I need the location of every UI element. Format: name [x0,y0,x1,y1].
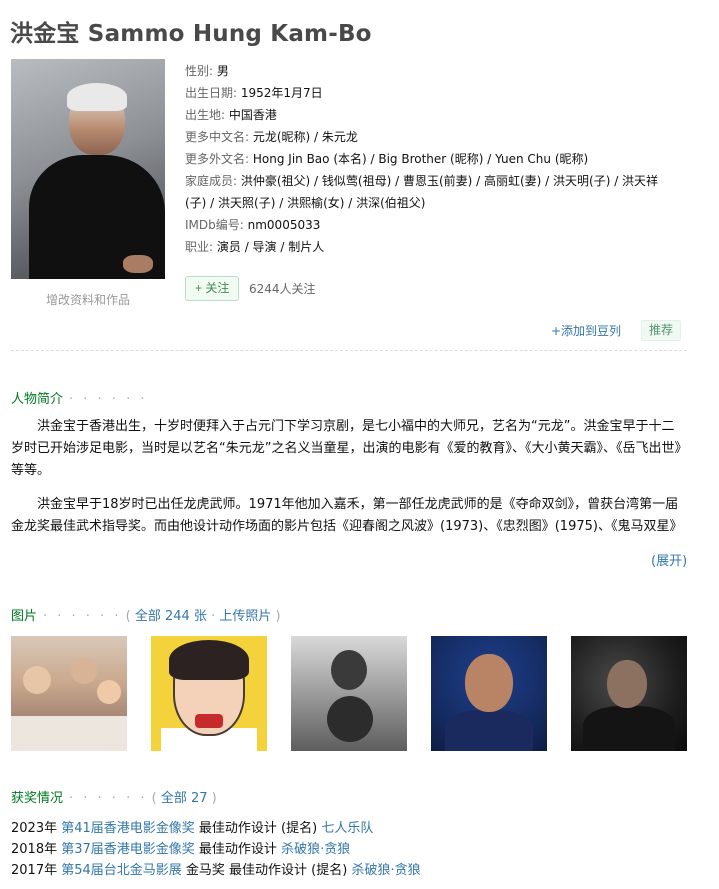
photo-thumbnail-1[interactable] [11,636,127,751]
info-family: 家庭成员: 洪仲豪(祖父) / 钱似莺(祖母) / 曹恩玉(前妻) / 高丽虹(… [185,174,659,188]
all-photos-link[interactable]: 全部 244 张 [135,609,207,624]
award-festival-link[interactable]: 第41届香港电影金像奖 [61,821,195,836]
info-cn-names: 更多中文名: 元龙(昵称) / 朱元龙 [185,130,358,144]
add-to-doulist-link[interactable]: +添加到豆列 [551,322,621,339]
award-work-link[interactable]: 杀破狼·贪狼 [351,863,420,878]
celebrity-photo[interactable] [11,59,165,279]
info-gender: 性别: 男 [185,64,229,78]
all-awards-link[interactable]: 全部 27 [161,791,208,806]
awards-heading: 获奖情况 · · · · · · ( 全部 27 ) [11,791,217,806]
photos-heading: 图片 · · · · · · ( 全部 244 张 · 上传照片 ) [11,609,281,624]
upload-photo-link[interactable]: 上传照片 [219,609,271,624]
award-item: 2023年 第41届香港电影金像奖 最佳动作设计 (提名) 七人乐队 [11,821,374,836]
bio-paragraph-1: 洪金宝于香港出生，十岁时便拜入于占元门下学习京剧，是七小福中的大师兄，艺名为“元… [11,419,681,478]
info-family-cont: (子) / 洪天照(子) / 洪熙榆(女) / 洪深(伯祖父) [185,196,426,210]
info-foreign-names: 更多外文名: Hong Jin Bao (本名) / Big Brother (… [185,152,589,166]
bio-paragraph-2: 洪金宝早于18岁时已出任龙虎武师。1971年他加入嘉禾，第一部任龙虎武师的是《夺… [11,497,683,534]
award-work-link[interactable]: 杀破狼·贪狼 [281,842,350,857]
award-item: 2017年 第54届台北金马影展 金马奖 最佳动作设计 (提名) 杀破狼·贪狼 [11,863,421,878]
info-panel: 性别: 男 出生日期: 1952年1月7日 出生地: 中国香港 更多中文名: 元… [185,60,695,258]
award-festival-link[interactable]: 第54届台北金马影展 [61,863,182,878]
recommend-button[interactable]: 推荐 [641,320,682,341]
info-birth: 出生日期: 1952年1月7日 [185,86,323,100]
expand-bio-link[interactable]: (展开) [651,550,687,569]
page-title: 洪金宝 Sammo Hung Kam-Bo [10,21,372,47]
bio-text: 洪金宝于香港出生，十岁时便拜入于占元门下学习京剧，是七小福中的大师兄，艺名为“元… [11,416,687,550]
info-imdb: IMDb编号: nm0005033 [185,218,321,232]
award-festival-link[interactable]: 第37届香港电影金像奖 [61,842,195,857]
edit-info-link[interactable]: 增改资料和作品 [11,291,165,308]
photo-thumbnail-2[interactable] [151,636,267,751]
photo-thumbnail-4[interactable] [431,636,547,751]
award-work-link[interactable]: 七人乐队 [321,821,373,836]
awards-list: 2023年 第41届香港电影金像奖 最佳动作设计 (提名) 七人乐队 2018年… [11,818,421,881]
bio-heading: 人物简介 · · · · · · [11,392,148,407]
info-birthplace: 出生地: 中国香港 [185,108,277,122]
photo-thumbnail-5[interactable] [571,636,687,751]
section-divider [11,350,687,351]
award-item: 2018年 第37届香港电影金像奖 最佳动作设计 杀破狼·贪狼 [11,842,351,857]
follow-count: 6244人关注 [249,282,316,296]
follow-button[interactable]: + 关注 [185,276,240,301]
info-job: 职业: 演员 / 导演 / 制片人 [185,240,325,254]
photo-thumbnail-3[interactable] [291,636,407,751]
